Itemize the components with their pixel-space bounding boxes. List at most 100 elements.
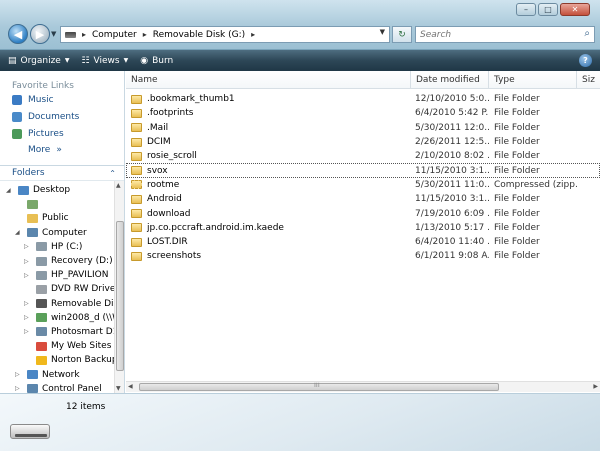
hard-drive-icon (36, 242, 47, 252)
chevron-down-icon: ▼ (64, 57, 70, 64)
breadcrumb-removable-disk[interactable]: Removable Disk (G:) (153, 30, 245, 40)
back-button[interactable]: ◀ (8, 24, 28, 44)
favorite-link-label: Documents (28, 111, 80, 122)
scrollbar-thumb[interactable] (116, 221, 124, 371)
file-row[interactable]: DCIM 2/26/2011 12:5... File Folder (126, 135, 600, 149)
scroll-left-arrow-icon[interactable]: ◀ (128, 383, 133, 390)
forward-button[interactable]: ▶ (30, 24, 50, 44)
file-type-cell: File Folder (494, 108, 540, 119)
file-date-cell: 6/4/2010 11:40 ... (415, 237, 489, 248)
file-row[interactable]: Android 11/15/2010 3:1... File Folder (126, 192, 600, 206)
tree-item[interactable] (0, 197, 114, 211)
scroll-up-arrow-icon[interactable]: ▲ (116, 182, 121, 189)
close-button[interactable]: ✕ (560, 3, 590, 16)
address-dropdown-icon[interactable]: ▼ (380, 28, 385, 36)
file-type-cell: File Folder (494, 237, 540, 248)
folder-tree-scrollbar[interactable]: ▲ ▼ (114, 181, 124, 393)
search-input[interactable] (420, 29, 570, 40)
column-header-size[interactable]: Siz (577, 71, 600, 89)
recent-pages-dropdown[interactable]: ▼ (51, 30, 56, 38)
tree-expander-icon[interactable]: ▷ (24, 258, 32, 265)
tree-expander-icon[interactable]: ▷ (24, 300, 32, 307)
tree-item[interactable]: Norton Backup (0, 353, 114, 367)
tree-expander-icon[interactable]: ▷ (24, 328, 32, 335)
breadcrumb-computer[interactable]: Computer (92, 30, 137, 40)
file-list-horizontal-scrollbar[interactable]: ◀ ⁞⁞⁞ ▶ (126, 381, 600, 392)
tree-item[interactable]: ◢ Computer (0, 226, 114, 240)
column-header-name[interactable]: Name (126, 71, 411, 89)
tree-item[interactable]: ▷ win2008_d (\\W (0, 311, 114, 325)
tree-expander-icon[interactable]: ▷ (24, 272, 32, 279)
tree-item[interactable]: ▷ Network (0, 367, 114, 381)
file-row[interactable]: rootme 5/30/2011 11:0... Compressed (zipp.… (126, 178, 600, 192)
organize-button[interactable]: ▤ Organize ▼ (8, 56, 69, 66)
favorite-link-documents[interactable]: Documents (0, 108, 124, 125)
breadcrumb-separator-icon[interactable]: ▸ (82, 30, 86, 39)
file-row[interactable]: svox 11/15/2010 3:1... File Folder (126, 163, 600, 178)
folders-header[interactable]: Folders ⌃ (0, 165, 124, 181)
tree-item-label: Public (42, 213, 69, 224)
dvd-drive-icon (36, 284, 47, 294)
folder-icon (27, 213, 38, 223)
tree-item-label: Recovery (D:) (51, 256, 113, 267)
maximize-button[interactable]: □ (538, 3, 558, 16)
window-controls: – □ ✕ (516, 3, 590, 16)
network-icon (27, 370, 38, 380)
tree-item[interactable]: ▷ Recovery (D:) (0, 254, 114, 268)
address-bar[interactable]: ▸ Computer ▸ Removable Disk (G:) ▸ ▼ (60, 26, 390, 43)
scroll-down-arrow-icon[interactable]: ▼ (116, 385, 121, 392)
tree-expander-icon[interactable]: ◢ (6, 187, 14, 194)
tree-item-label: Removable Dis (51, 298, 114, 309)
file-row[interactable]: .footprints 6/4/2010 5:42 P... File Folder (126, 106, 600, 120)
burn-button[interactable]: ◉ Burn (140, 56, 173, 66)
tree-item[interactable]: ▷ Control Panel (0, 382, 114, 393)
tree-item[interactable]: ▷ Photosmart D1 (0, 325, 114, 339)
file-row[interactable]: jp.co.pccraft.android.im.kaede 1/13/2010 … (126, 221, 600, 235)
title-bar: – □ ✕ ◀ ▶ ▼ ▸ Computer ▸ Removable Disk … (0, 0, 600, 50)
file-row[interactable]: download 7/19/2010 6:09 ... File Folder (126, 206, 600, 220)
scroll-right-arrow-icon[interactable]: ▶ (593, 383, 598, 390)
column-header-date-modified[interactable]: Date modified (411, 71, 489, 89)
file-type-cell: File Folder (494, 222, 540, 233)
file-row[interactable]: LOST.DIR 6/4/2010 11:40 ... File Folder (126, 235, 600, 249)
tree-item[interactable]: ◢ Desktop (0, 183, 114, 197)
tree-expander-icon[interactable]: ▷ (24, 243, 32, 250)
tree-item[interactable]: ▷ HP_PAVILION (0, 268, 114, 282)
file-row[interactable]: screenshots 6/1/2011 9:08 A... File Folder (126, 249, 600, 263)
scrollbar-grip-icon: ⁞⁞⁞ (314, 382, 320, 389)
tree-item[interactable]: ▷ Removable Dis (0, 297, 114, 311)
favorite-link-music[interactable]: Music (0, 91, 124, 108)
more-links-button[interactable]: More » (0, 142, 124, 158)
tree-expander-icon[interactable]: ▷ (15, 385, 23, 392)
folder-icon (131, 108, 142, 118)
folder-icon (131, 194, 142, 204)
refresh-button[interactable]: ↻ (392, 26, 412, 43)
file-row[interactable]: .bookmark_thumb1 12/10/2010 5:0... File Fo… (126, 92, 600, 106)
tree-expander-icon[interactable]: ▷ (24, 314, 32, 321)
breadcrumb-separator-icon[interactable]: ▸ (251, 30, 255, 39)
minimize-button[interactable]: – (516, 3, 536, 16)
tree-item-label: Desktop (33, 185, 71, 196)
tree-item[interactable]: My Web Sites o (0, 339, 114, 353)
file-name-cell: .Mail (126, 123, 411, 133)
file-date-cell: 5/30/2011 12:0... (415, 122, 489, 133)
column-header-type[interactable]: Type (489, 71, 577, 89)
file-row[interactable]: .Mail 5/30/2011 12:0... File Folder (126, 121, 600, 135)
search-icon[interactable]: ⌕ (584, 28, 590, 39)
file-type-cell: File Folder (494, 94, 540, 105)
tree-item[interactable]: Public (0, 211, 114, 225)
file-row[interactable]: rosie_scroll 2/10/2010 8:02 ... File Folde… (126, 149, 600, 163)
tree-item[interactable]: DVD RW Drive (0, 282, 114, 296)
favorite-link-pictures[interactable]: Pictures (0, 125, 124, 142)
tree-expander-icon[interactable]: ▷ (15, 371, 23, 378)
tree-item[interactable]: ▷ HP (C:) (0, 240, 114, 254)
folder-icon (131, 94, 142, 104)
hard-drive-icon (36, 270, 47, 280)
views-button[interactable]: ☷ Views ▼ (81, 56, 128, 66)
help-button[interactable]: ? (579, 54, 592, 67)
tree-expander-icon[interactable]: ◢ (15, 229, 23, 236)
breadcrumb-separator-icon[interactable]: ▸ (143, 30, 147, 39)
burn-label: Burn (152, 55, 174, 66)
file-type-cell: File Folder (494, 251, 540, 262)
search-box[interactable]: ⌕ (415, 26, 595, 43)
